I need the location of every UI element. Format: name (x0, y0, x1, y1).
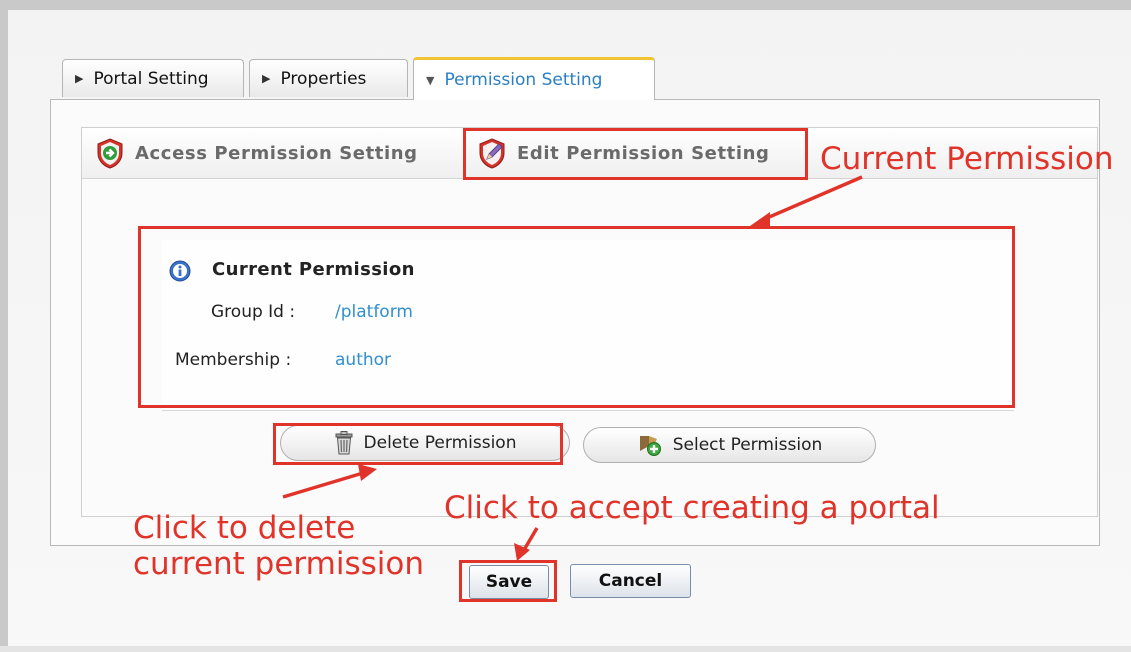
arrowhead (750, 212, 770, 229)
annotation-accept: Click to accept creating a portal (444, 490, 940, 526)
annotation-delete-line1: Click to delete (133, 510, 356, 546)
annotation-current-permission: Current Permission (820, 141, 1114, 177)
annotation-delete-line2: current permission (133, 546, 424, 582)
